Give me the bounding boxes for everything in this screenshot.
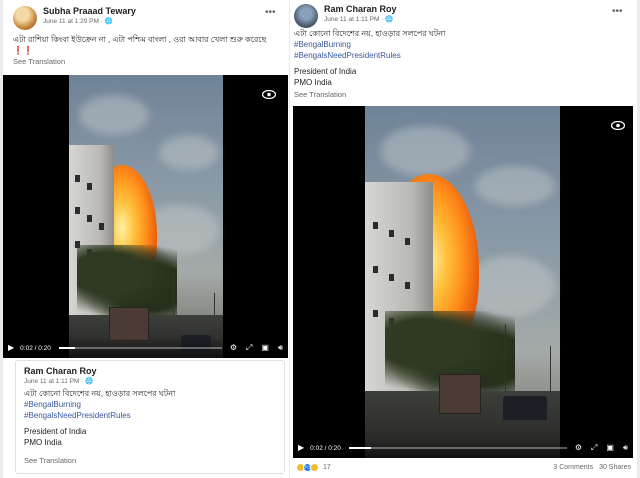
volume-icon[interactable]: 🔊︎ [623,443,628,453]
play-icon[interactable]: ▶ [298,443,304,453]
timestamp-link[interactable]: June 11 at 1:11 PM · [324,16,385,23]
post-caption: এটা রাশিয়া কিংবা ইউক্রেন না , এটা পশ্চি… [13,34,283,56]
timestamp-link[interactable]: June 11 at 1:29 PM · [43,18,105,25]
globe-icon: 🌐 [104,18,113,25]
video-frame [365,106,560,458]
video-controls: ▶ 0:02 / 0:20 ⚙ ⤢ ▣ 🔊︎ [3,338,288,358]
more-dots-icon[interactable]: ••• [265,7,276,18]
volume-icon[interactable]: 🔊︎ [278,343,283,353]
sad-reaction-icon [310,462,319,472]
play-icon[interactable]: ▶ [8,343,14,353]
video-time: 0:02 / 0:20 [310,444,341,452]
mention-line[interactable]: PMO India [24,437,280,448]
author-name[interactable]: Subha Praaad Tewary [43,6,136,17]
video-progress-bar[interactable] [348,447,567,449]
globe-icon: 🌐 [85,378,94,385]
globe-icon: 🌐 [385,16,394,23]
video-frame [69,75,223,358]
shared-post-meta: June 11 at 1:11 PM · 🌐 [24,377,97,386]
shared-caption: এটা কোনো বিদেশের নয়, হাওড়ার সলপের ঘটনা [24,389,176,398]
shares-count[interactable]: 30 Shares [599,464,631,471]
shared-post-header: Ram Charan Roy June 11 at 1:11 PM · 🌐 [24,366,97,386]
shared-author-name[interactable]: Ram Charan Roy [24,366,97,377]
avatar[interactable] [294,4,318,28]
mention-line[interactable]: President of India [294,66,624,77]
video-time: 0:02 / 0:20 [20,344,51,352]
post-footer: 👍︎ 17 3 Comments 30 Shares [290,456,637,478]
video-progress-bar[interactable] [58,347,222,349]
hashtag-link[interactable]: #BengalsNeedPresidentRules [294,50,624,61]
shared-caption-block: এটা কোনো বিদেশের নয়, হাওড়ার সলপের ঘটনা… [24,388,280,448]
video-progress-fill [348,447,371,449]
video-controls: ▶ 0:02 / 0:20 ⚙ ⤢ ▣ 🔊︎ [293,438,633,458]
reaction-icons[interactable]: 👍︎ [296,462,319,472]
comments-count[interactable]: 3 Comments [553,464,593,471]
fullscreen-icon[interactable]: ⤢ [246,343,252,353]
fullscreen-icon[interactable]: ⤢ [591,443,597,453]
video-player[interactable]: ▶ 0:02 / 0:20 ⚙ ⤢ ▣ 🔊︎ [3,75,288,358]
avatar[interactable] [13,6,37,30]
car [503,396,547,420]
caption-text: এটা রাশিয়া কিংবা ইউক্রেন না , এটা পশ্চি… [13,35,267,44]
left-post-header: Subha Praaad Tewary June 11 at 1:29 PM ·… [13,6,136,30]
see-translation-link[interactable]: See Translation [24,456,76,465]
exclamation-marks: ❗❗ [13,46,33,55]
see-translation-link[interactable]: See Translation [13,57,65,66]
shared-timestamp-link[interactable]: June 11 at 1:11 PM · [24,378,85,385]
left-post: Subha Praaad Tewary June 11 at 1:29 PM ·… [3,0,289,478]
picture-in-picture-icon[interactable]: ▣ [261,343,269,353]
video-player[interactable]: ▶ 0:02 / 0:20 ⚙ ⤢ ▣ 🔊︎ [293,106,633,458]
hashtag-link[interactable]: #BengalBurning [24,399,280,410]
post-caption-block: এটা কোনো বিদেশের নয়, হাওড়ার সলপের ঘটনা… [294,28,624,88]
right-post-header: Ram Charan Roy June 11 at 1:11 PM · 🌐 [294,4,397,28]
hashtag-link[interactable]: #BengalBurning [294,39,624,50]
truck [439,374,481,414]
picture-in-picture-icon[interactable]: ▣ [606,443,614,453]
post-meta: June 11 at 1:29 PM · 🌐 [43,17,136,26]
hashtag-link[interactable]: #BengalsNeedPresidentRules [24,410,280,421]
author-name[interactable]: Ram Charan Roy [324,4,397,15]
more-dots-icon[interactable]: ••• [612,6,623,17]
video-progress-fill [58,347,76,349]
gear-icon[interactable]: ⚙ [230,343,237,353]
shared-post-card[interactable]: Ram Charan Roy June 11 at 1:11 PM · 🌐 এট… [15,360,285,474]
truck [109,307,149,341]
gear-icon[interactable]: ⚙ [575,443,582,453]
mention-line[interactable]: PMO India [294,77,624,88]
see-translation-link[interactable]: See Translation [294,90,346,99]
right-post: Ram Charan Roy June 11 at 1:11 PM · 🌐 ••… [290,0,637,478]
post-meta: June 11 at 1:11 PM · 🌐 [324,15,397,24]
mention-line[interactable]: President of India [24,426,280,437]
screenshot-composite: Subha Praaad Tewary June 11 at 1:29 PM ·… [0,0,640,478]
eye-icon [611,121,625,130]
eye-icon [262,90,276,99]
reaction-count[interactable]: 17 [323,464,331,471]
caption-text: এটা কোনো বিদেশের নয়, হাওড়ার সলপের ঘটনা [294,29,446,38]
